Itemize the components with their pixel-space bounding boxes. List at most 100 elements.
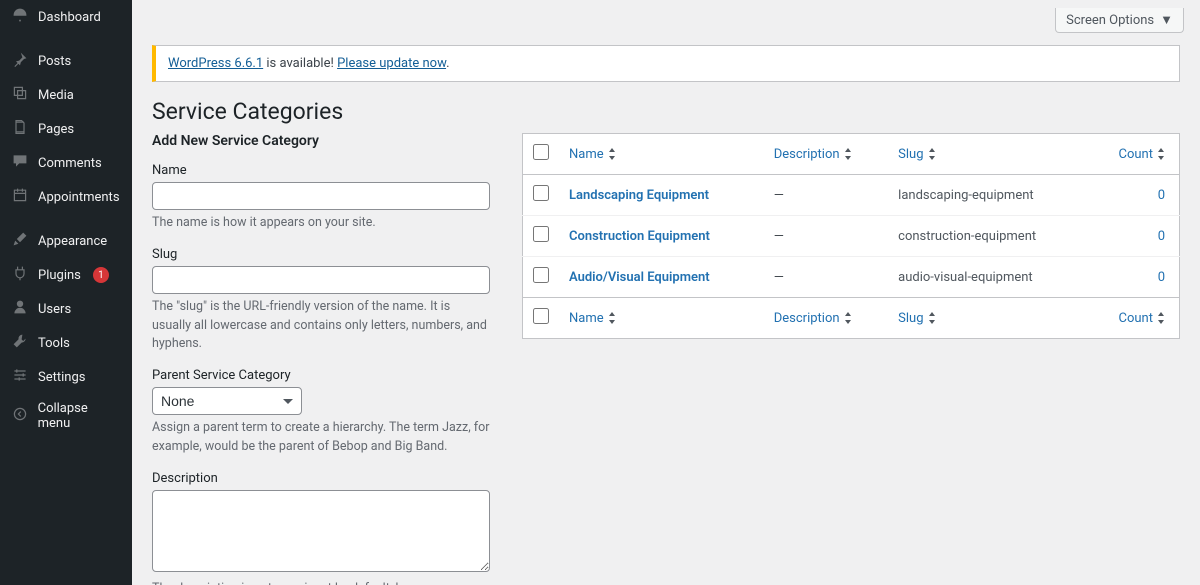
user-icon xyxy=(10,299,30,319)
screen-options-label: Screen Options xyxy=(1066,13,1154,28)
sort-icon xyxy=(608,311,616,326)
category-name-link[interactable]: Construction Equipment xyxy=(569,229,710,244)
wordpress-version-link[interactable]: WordPress 6.6.1 xyxy=(168,56,263,71)
media-icon xyxy=(10,85,30,105)
category-description: — xyxy=(764,257,888,298)
screen-options-toggle[interactable]: Screen Options ▼ xyxy=(1055,8,1184,33)
category-slug: landscaping-equipment xyxy=(888,175,1089,216)
col-header-name[interactable]: Name xyxy=(559,134,764,175)
sidebar-item-media[interactable]: Media xyxy=(0,78,132,112)
description-textarea[interactable] xyxy=(152,490,490,572)
sort-icon xyxy=(1157,147,1165,162)
dashboard-icon xyxy=(10,7,30,27)
row-checkbox[interactable] xyxy=(533,185,549,201)
page-icon xyxy=(10,119,30,139)
categories-table-wrap: Name Description Slug Count Landscaping … xyxy=(522,133,1180,585)
sort-icon xyxy=(844,147,852,162)
sidebar-item-label: Tools xyxy=(38,336,70,351)
sidebar-item-label: Posts xyxy=(38,54,71,69)
brush-icon xyxy=(10,231,30,251)
col-footer-name[interactable]: Name xyxy=(559,298,764,339)
notice-mid-text: is available! xyxy=(263,56,337,71)
sidebar-item-posts[interactable]: Posts xyxy=(0,44,132,78)
calendar-icon xyxy=(10,187,30,207)
sidebar-item-label: Pages xyxy=(38,122,74,137)
col-footer-description[interactable]: Description xyxy=(764,298,888,339)
sidebar-item-pages[interactable]: Pages xyxy=(0,112,132,146)
sort-icon xyxy=(844,311,852,326)
table-row: Construction Equipment —construction-equi… xyxy=(523,216,1180,257)
update-now-link[interactable]: Please update now xyxy=(337,56,446,71)
name-input[interactable] xyxy=(152,182,490,210)
description-help: The description is not prominent by defa… xyxy=(152,580,490,585)
category-description: — xyxy=(764,175,888,216)
table-row: Audio/Visual Equipment —audio-visual-equi… xyxy=(523,257,1180,298)
pin-icon xyxy=(10,51,30,71)
sidebar-item-tools[interactable]: Tools xyxy=(0,326,132,360)
update-badge: 1 xyxy=(93,267,109,283)
category-count-link[interactable]: 0 xyxy=(1158,270,1165,285)
sidebar-item-appearance[interactable]: Appearance xyxy=(0,224,132,258)
sidebar-item-plugins[interactable]: Plugins 1 xyxy=(0,258,132,292)
category-description: — xyxy=(764,216,888,257)
sidebar-item-label: Media xyxy=(38,88,74,103)
sidebar-item-label: Comments xyxy=(38,156,102,171)
category-slug: audio-visual-equipment xyxy=(888,257,1089,298)
sidebar-item-label: Appearance xyxy=(38,234,107,249)
sidebar-item-dashboard[interactable]: Dashboard xyxy=(0,0,132,34)
category-count-link[interactable]: 0 xyxy=(1158,229,1165,244)
parent-label: Parent Service Category xyxy=(152,368,490,383)
sort-icon xyxy=(928,147,936,162)
sidebar-item-appointments[interactable]: Appointments xyxy=(0,180,132,214)
table-row: Landscaping Equipment —landscaping-equipm… xyxy=(523,175,1180,216)
select-all-checkbox-top[interactable] xyxy=(533,144,549,160)
category-name-link[interactable]: Audio/Visual Equipment xyxy=(569,270,710,285)
add-category-form: Add New Service Category Name The name i… xyxy=(152,133,490,585)
sort-icon xyxy=(608,147,616,162)
sidebar-item-settings[interactable]: Settings xyxy=(0,360,132,394)
category-name-link[interactable]: Landscaping Equipment xyxy=(569,188,709,203)
page-title: Service Categories xyxy=(132,98,1200,133)
sidebar-item-label: Collapse menu xyxy=(38,401,122,431)
slug-description: The "slug" is the URL-friendly version o… xyxy=(152,298,490,354)
categories-table: Name Description Slug Count Landscaping … xyxy=(522,133,1180,339)
sidebar-item-label: Appointments xyxy=(38,190,120,205)
col-header-description[interactable]: Description xyxy=(764,134,888,175)
select-all-checkbox-bottom[interactable] xyxy=(533,308,549,324)
update-notice: WordPress 6.6.1 is available! Please upd… xyxy=(152,45,1180,82)
sort-icon xyxy=(1157,311,1165,326)
sliders-icon xyxy=(10,367,30,387)
collapse-icon xyxy=(10,406,30,426)
col-header-slug[interactable]: Slug xyxy=(888,134,1089,175)
row-checkbox[interactable] xyxy=(533,267,549,283)
name-label: Name xyxy=(152,163,490,178)
wrench-icon xyxy=(10,333,30,353)
sidebar-item-users[interactable]: Users xyxy=(0,292,132,326)
sidebar-item-label: Plugins xyxy=(38,268,81,283)
parent-description: Assign a parent term to create a hierarc… xyxy=(152,419,490,457)
slug-input[interactable] xyxy=(152,266,490,294)
sort-icon xyxy=(928,311,936,326)
col-footer-slug[interactable]: Slug xyxy=(888,298,1089,339)
sidebar-item-label: Dashboard xyxy=(38,10,101,25)
col-footer-count[interactable]: Count xyxy=(1089,298,1179,339)
col-header-count[interactable]: Count xyxy=(1089,134,1179,175)
notice-period: . xyxy=(446,56,449,71)
name-description: The name is how it appears on your site. xyxy=(152,214,490,233)
description-label: Description xyxy=(152,471,490,486)
caret-down-icon: ▼ xyxy=(1160,12,1173,28)
category-slug: construction-equipment xyxy=(888,216,1089,257)
form-section-title: Add New Service Category xyxy=(152,133,490,149)
admin-sidebar: Dashboard Posts Media Pages Comments Appointm… xyxy=(0,0,132,585)
sidebar-item-label: Settings xyxy=(38,370,85,385)
category-count-link[interactable]: 0 xyxy=(1158,188,1165,203)
content-area: Screen Options ▼ WordPress 6.6.1 is avai… xyxy=(132,0,1200,585)
sidebar-item-comments[interactable]: Comments xyxy=(0,146,132,180)
sidebar-item-collapse-menu[interactable]: Collapse menu xyxy=(0,394,132,438)
sidebar-item-label: Users xyxy=(38,302,71,317)
comment-icon xyxy=(10,153,30,173)
plug-icon xyxy=(10,265,30,285)
slug-label: Slug xyxy=(152,247,490,262)
parent-select[interactable]: None xyxy=(152,387,302,415)
row-checkbox[interactable] xyxy=(533,226,549,242)
